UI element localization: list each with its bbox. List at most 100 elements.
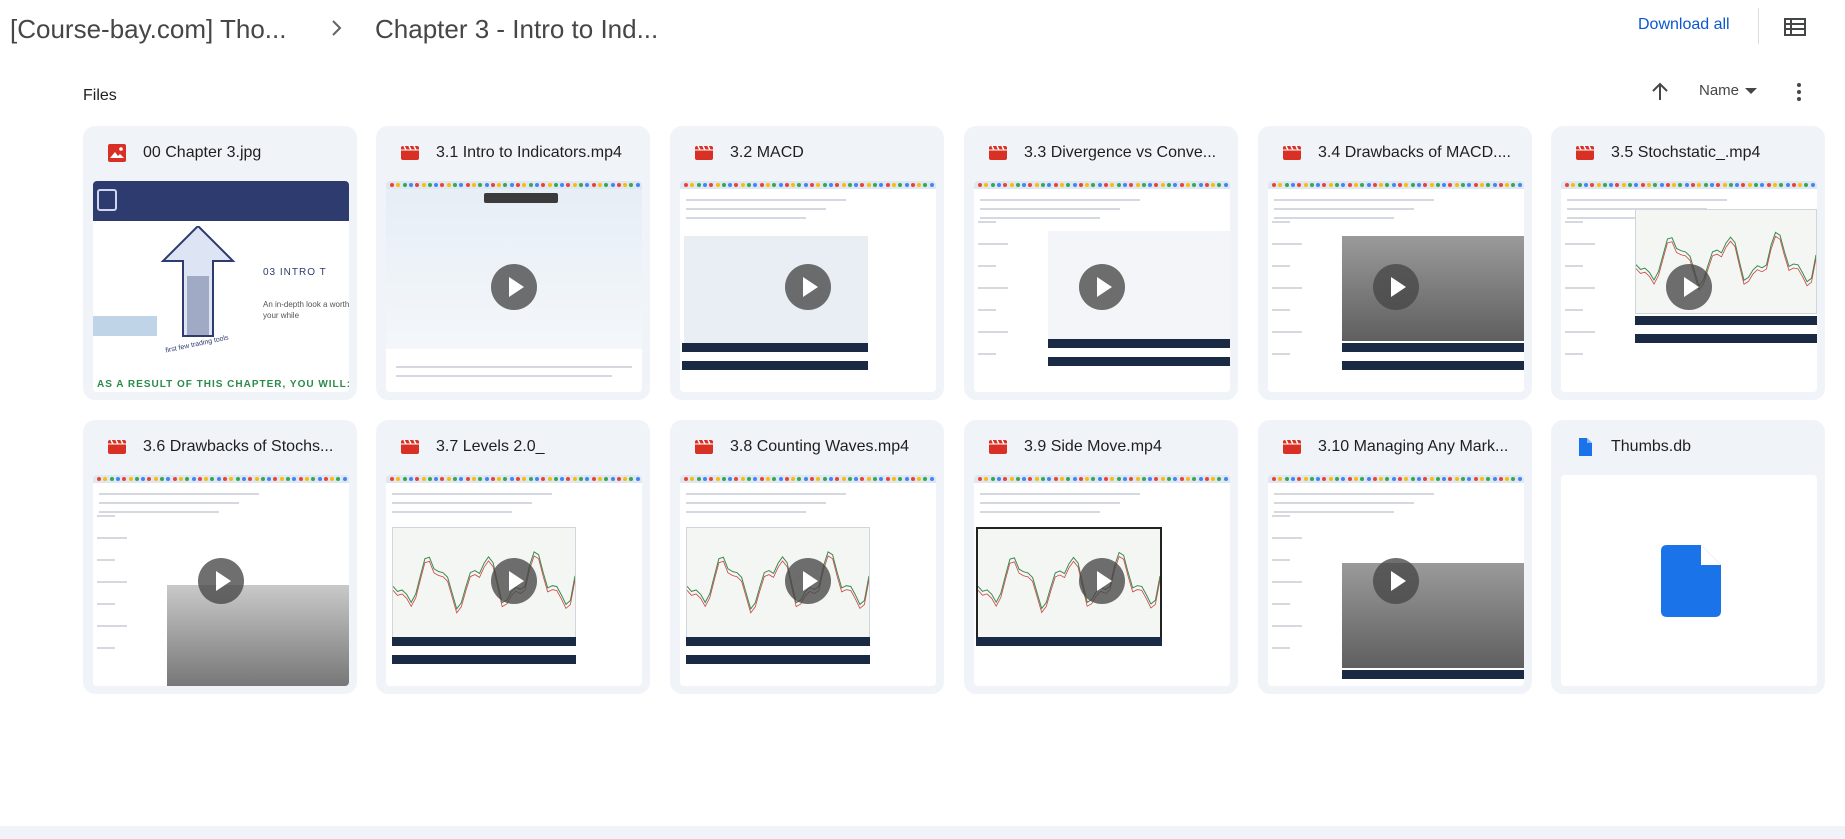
file-card[interactable]: 00 Chapter 3.jpg 03 INTRO T An in-depth … bbox=[83, 126, 357, 400]
file-thumbnail[interactable] bbox=[386, 475, 642, 686]
file-card[interactable]: 3.7 Levels 2.0_ bbox=[376, 420, 650, 694]
sidebar-line bbox=[978, 265, 996, 267]
test-button-strip bbox=[686, 637, 870, 646]
file-title[interactable]: 3.3 Divergence vs Conve... bbox=[988, 138, 1228, 168]
sidebar-line bbox=[978, 309, 996, 311]
file-thumbnail[interactable] bbox=[1561, 475, 1817, 686]
file-icon bbox=[1575, 437, 1595, 457]
file-title[interactable]: Thumbs.db bbox=[1575, 432, 1815, 462]
sidebar-line bbox=[1272, 603, 1290, 605]
file-title[interactable]: 3.7 Levels 2.0_ bbox=[400, 432, 640, 462]
chart-frame bbox=[686, 527, 870, 639]
file-card[interactable]: 3.3 Divergence vs Conve... bbox=[964, 126, 1238, 400]
homework-strip bbox=[1048, 357, 1230, 366]
file-thumbnail[interactable] bbox=[1561, 181, 1817, 392]
play-icon[interactable] bbox=[785, 264, 831, 310]
file-title[interactable]: 00 Chapter 3.jpg bbox=[107, 138, 347, 168]
play-icon[interactable] bbox=[785, 558, 831, 604]
file-thumbnail[interactable] bbox=[974, 475, 1230, 686]
file-card[interactable]: 3.10 Managing Any Mark... bbox=[1258, 420, 1532, 694]
file-thumbnail[interactable] bbox=[680, 475, 936, 686]
file-name: 3.8 Counting Waves.mp4 bbox=[730, 438, 910, 455]
homework-strip bbox=[1635, 334, 1817, 343]
play-icon[interactable] bbox=[198, 558, 244, 604]
video-frame bbox=[1342, 236, 1524, 341]
file-card[interactable]: 3.1 Intro to Indicators.mp4 bbox=[376, 126, 650, 400]
play-icon[interactable] bbox=[1079, 264, 1125, 310]
text-line bbox=[980, 493, 1140, 495]
video-icon bbox=[1575, 143, 1595, 163]
browser-tabs-strip bbox=[386, 181, 642, 189]
sort-by-name-button[interactable]: Name bbox=[1699, 82, 1758, 99]
play-icon[interactable] bbox=[491, 558, 537, 604]
sidebar-line bbox=[1272, 243, 1302, 245]
file-title[interactable]: 3.1 Intro to Indicators.mp4 bbox=[400, 138, 640, 168]
sidebar-line bbox=[978, 353, 996, 355]
file-card[interactable]: 3.2 MACD bbox=[670, 126, 944, 400]
file-thumbnail[interactable] bbox=[93, 475, 349, 686]
file-title[interactable]: 3.2 MACD bbox=[694, 138, 934, 168]
file-title[interactable]: 3.8 Counting Waves.mp4 bbox=[694, 432, 934, 462]
sidebar-line bbox=[97, 537, 127, 539]
breadcrumb-current[interactable]: Chapter 3 - Intro to Ind... bbox=[375, 14, 658, 45]
text-line bbox=[686, 511, 806, 513]
sidebar-line bbox=[97, 559, 115, 561]
download-all-button[interactable]: Download all bbox=[1638, 14, 1730, 36]
video-icon bbox=[400, 437, 420, 457]
file-card[interactable]: 3.6 Drawbacks of Stochs... bbox=[83, 420, 357, 694]
file-thumbnail[interactable]: 03 INTRO T An in-depth look a worth your… bbox=[93, 181, 349, 392]
browser-tabs-strip bbox=[93, 475, 349, 483]
file-title[interactable]: 3.4 Drawbacks of MACD.... bbox=[1282, 138, 1522, 168]
file-thumbnail[interactable] bbox=[1268, 475, 1524, 686]
play-icon[interactable] bbox=[1666, 264, 1712, 310]
file-name: 3.9 Side Move.mp4 bbox=[1024, 438, 1162, 455]
arrow-up-icon[interactable] bbox=[1647, 80, 1673, 104]
play-icon[interactable] bbox=[1373, 558, 1419, 604]
homework-strip bbox=[686, 655, 870, 664]
text-line bbox=[1274, 493, 1434, 495]
text-line bbox=[1274, 502, 1414, 504]
text-line bbox=[392, 511, 512, 513]
file-card[interactable]: 3.4 Drawbacks of MACD.... bbox=[1258, 126, 1532, 400]
file-thumbnail[interactable] bbox=[386, 181, 642, 392]
file-thumbnail[interactable] bbox=[974, 181, 1230, 392]
play-icon[interactable] bbox=[1373, 264, 1419, 310]
header-divider bbox=[1758, 8, 1759, 44]
file-card[interactable]: 3.8 Counting Waves.mp4 bbox=[670, 420, 944, 694]
homework-strip bbox=[682, 361, 868, 370]
sidebar-line bbox=[1272, 515, 1290, 517]
file-title[interactable]: 3.10 Managing Any Mark... bbox=[1282, 432, 1522, 462]
file-name: 3.5 Stochstatic_.mp4 bbox=[1611, 144, 1761, 161]
breadcrumb-root[interactable]: [Course-bay.com] Tho... bbox=[10, 14, 286, 45]
test-button-strip bbox=[682, 343, 868, 352]
list-view-icon[interactable] bbox=[1783, 16, 1807, 38]
video-icon bbox=[988, 437, 1008, 457]
sidebar-line bbox=[978, 243, 1008, 245]
text-line bbox=[686, 502, 826, 504]
play-icon[interactable] bbox=[491, 264, 537, 310]
image-banner bbox=[93, 181, 349, 221]
sidebar-line bbox=[978, 221, 996, 223]
sidebar-line bbox=[1272, 221, 1290, 223]
text-line bbox=[99, 502, 239, 504]
chart-frame bbox=[392, 527, 576, 639]
file-title[interactable]: 3.9 Side Move.mp4 bbox=[988, 432, 1228, 462]
test-button-strip bbox=[1635, 316, 1817, 325]
file-thumbnail[interactable] bbox=[680, 181, 936, 392]
overlay-badge bbox=[484, 193, 558, 203]
more-vert-icon[interactable] bbox=[1789, 80, 1809, 104]
file-name: 3.10 Managing Any Mark... bbox=[1318, 438, 1509, 455]
file-card[interactable]: 3.9 Side Move.mp4 bbox=[964, 420, 1238, 694]
file-thumbnail[interactable] bbox=[1268, 181, 1524, 392]
logo-mark bbox=[97, 189, 117, 211]
text-line bbox=[980, 208, 1120, 210]
image-subtitle: An in-depth look a worth your while bbox=[263, 300, 349, 320]
sidebar-line bbox=[1272, 309, 1290, 311]
sidebar-line bbox=[978, 287, 1008, 289]
file-card[interactable]: 3.5 Stochstatic_.mp4 bbox=[1551, 126, 1825, 400]
file-title[interactable]: 3.6 Drawbacks of Stochs... bbox=[107, 432, 347, 462]
video-icon bbox=[1282, 437, 1302, 457]
file-title[interactable]: 3.5 Stochstatic_.mp4 bbox=[1575, 138, 1815, 168]
play-icon[interactable] bbox=[1079, 558, 1125, 604]
file-card[interactable]: Thumbs.db bbox=[1551, 420, 1825, 694]
